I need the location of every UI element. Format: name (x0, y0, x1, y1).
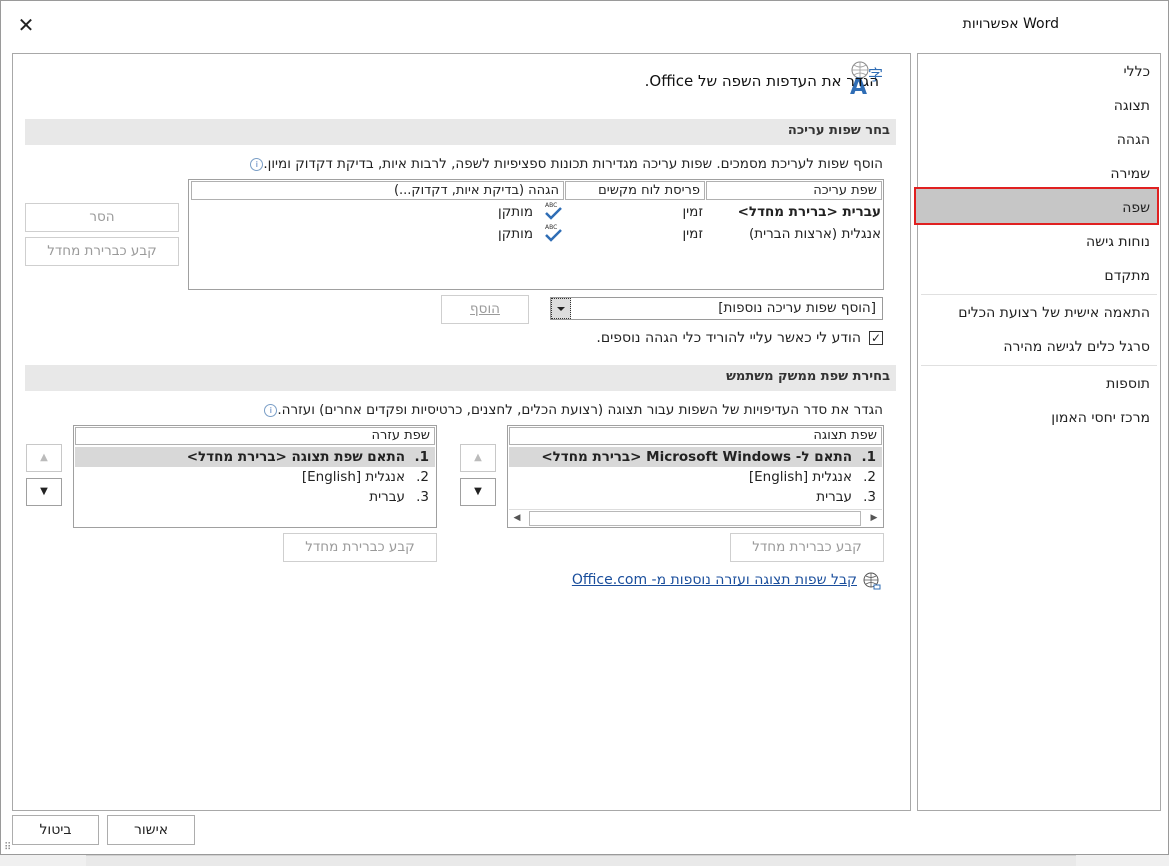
background-window-edge (86, 855, 1076, 866)
dialog-title: אפשרויות Word (962, 16, 1059, 32)
section-header-ui-language: בחירת שפת ממשק משתמש (25, 365, 896, 391)
globe-icon (863, 572, 881, 590)
nav-divider (921, 365, 1157, 366)
item-label: עברית (816, 489, 852, 505)
nav-item-advanced[interactable]: מתקדם (1104, 268, 1150, 284)
language-cell: אנגלית (ארצות הברית) (748, 226, 881, 242)
item-number: 3. (863, 489, 876, 505)
item-number: 2. (416, 469, 429, 485)
nav-item-trust-center[interactable]: מרכז יחסי האמון (1051, 410, 1150, 426)
column-header-proofing[interactable]: הגהה (בדיקת איות, דקדוק...) (191, 181, 564, 200)
proofing-cell: מותקן (498, 204, 533, 220)
remove-button[interactable]: הסר (25, 203, 179, 232)
list-item[interactable]: 2. אנגלית [English] (509, 467, 882, 487)
list-item[interactable]: 2. אנגלית [English] (75, 467, 435, 487)
scrollbar-thumb[interactable] (529, 511, 861, 526)
item-number: 1. (861, 449, 876, 465)
description-text: הוסף שפות לעריכת מסמכים. שפות עריכה מגדי… (263, 156, 883, 172)
notify-checkbox[interactable]: ✓ (869, 331, 883, 345)
keyboard-cell: זמין (682, 204, 703, 220)
proofing-cell: מותקן (498, 226, 533, 242)
move-up-help-button[interactable]: ▲ (26, 444, 62, 472)
cancel-button[interactable]: ביטול (12, 815, 99, 845)
list-item[interactable]: 3. עברית (509, 487, 882, 507)
office-com-link[interactable]: קבל שפות תצוגה ועזרה נוספות מ- Office.co… (572, 572, 857, 588)
section-title: בחירת שפת ממשק משתמש (726, 369, 890, 384)
column-header-editing-language[interactable]: שפת עריכה (706, 181, 882, 200)
item-number: 2. (863, 469, 876, 485)
info-icon[interactable]: i (264, 404, 278, 417)
nav-divider (921, 294, 1157, 295)
resize-grip-icon[interactable]: ⠿ (4, 842, 16, 854)
language-cell: עברית <ברירת מחדל> (737, 204, 881, 220)
set-default-display-button[interactable]: קבע כברירת מחדל (730, 533, 884, 562)
chevron-down-icon[interactable] (551, 298, 571, 319)
nav-item-customize-ribbon[interactable]: התאמה אישית של רצועת הכלים (958, 305, 1150, 321)
set-default-help-button[interactable]: קבע כברירת מחדל (283, 533, 437, 562)
item-label: התאם שפת תצוגה <ברירת מחדל> (186, 449, 405, 465)
item-label: עברית (369, 489, 405, 505)
move-down-display-button[interactable]: ▼ (460, 478, 496, 506)
list-item[interactable]: 1. התאם ל- Microsoft Windows <ברירת מחדל> (509, 447, 882, 467)
nav-item-add-ins[interactable]: תוספות (1106, 376, 1150, 392)
item-number: 1. (414, 449, 429, 465)
close-icon[interactable]: ✕ (14, 14, 38, 38)
move-down-help-button[interactable]: ▼ (26, 478, 62, 506)
abc-check-icon: ABC (545, 202, 562, 220)
list-item[interactable]: 1. התאם שפת תצוגה <ברירת מחדל> (75, 447, 435, 467)
nav-item-accessibility[interactable]: נוחות גישה (1086, 234, 1150, 250)
nav-item-quick-access-toolbar[interactable]: סרגל כלים לגישה מהירה (1003, 339, 1150, 355)
list-header: שפת תצוגה (509, 427, 882, 445)
editing-languages-table: שפת עריכה פריסת לוח מקשים הגהה (בדיקת אי… (188, 179, 884, 290)
abc-label: ABC (545, 202, 557, 209)
dropdown-value: [הוסף שפות עריכה נוספות] (718, 300, 876, 316)
ok-button[interactable]: אישור (107, 815, 195, 845)
nav-item-save[interactable]: שמירה (1110, 166, 1150, 182)
notify-checkbox-label: הודע לי כאשר עליי להוריד כלי הגהה נוספים… (596, 330, 861, 346)
nav-item-language[interactable]: שפה (1122, 200, 1150, 216)
scroll-right-icon[interactable]: ▶ (866, 510, 882, 526)
section-title: בחר שפות עריכה (787, 123, 890, 138)
abc-check-icon: ABC (545, 224, 562, 242)
horizontal-scrollbar[interactable]: ◀ ▶ (509, 509, 882, 526)
scroll-left-icon[interactable]: ◀ (509, 510, 525, 526)
move-up-display-button[interactable]: ▲ (460, 444, 496, 472)
keyboard-cell: זמין (682, 226, 703, 242)
list-item[interactable]: 3. עברית (75, 487, 435, 507)
help-language-list[interactable]: שפת עזרה 1. התאם שפת תצוגה <ברירת מחדל> 2… (73, 425, 437, 528)
category-nav: כללי תצוגה הגהה שמירה שפה נוחות גישה מתק… (914, 53, 1161, 811)
add-button[interactable]: הוסף (441, 295, 529, 324)
section-header-editing: בחר שפות עריכה (25, 119, 896, 145)
item-label: התאם ל- Microsoft Windows <ברירת מחדל> (541, 449, 852, 465)
nav-item-display[interactable]: תצוגה (1114, 98, 1150, 114)
nav-item-proofing[interactable]: הגהה (1117, 132, 1150, 148)
add-editing-language-dropdown[interactable]: [הוסף שפות עריכה נוספות] (550, 297, 883, 320)
page-heading: הגדר את העדפות השפה של Office. (644, 72, 879, 90)
item-label: אנגלית [English] (748, 469, 852, 485)
nav-item-general[interactable]: כללי (1124, 64, 1150, 80)
item-number: 3. (416, 489, 429, 505)
list-header: שפת עזרה (75, 427, 435, 445)
column-header-keyboard-layout[interactable]: פריסת לוח מקשים (565, 181, 705, 200)
abc-label: ABC (545, 224, 557, 231)
display-language-list[interactable]: שפת תצוגה 1. התאם ל- Microsoft Windows <ב… (507, 425, 884, 528)
info-icon[interactable]: i (250, 158, 264, 171)
description-text: הגדר את סדר העדיפויות של השפות עבור תצוג… (277, 402, 883, 418)
set-default-editing-button[interactable]: קבע כברירת מחדל (25, 237, 179, 266)
editing-description: הוסף שפות לעריכת מסמכים. שפות עריכה מגדי… (250, 156, 883, 172)
ui-language-description: הגדר את סדר העדיפויות של השפות עבור תצוג… (264, 402, 883, 418)
item-label: אנגלית [English] (301, 469, 405, 485)
